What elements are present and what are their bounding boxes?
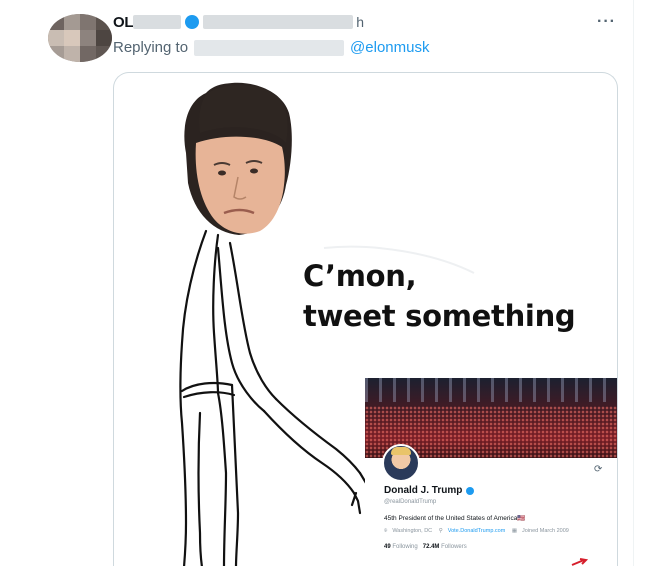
verified-icon <box>466 486 475 495</box>
tweet-media-image[interactable]: C’mon, tweet something ⟳ Donald J. Trump… <box>113 72 618 566</box>
tweet[interactable]: OL h ··· Replying to @elonmusk C’mon, tw… <box>0 0 669 566</box>
replying-prefix: Replying to <box>113 39 189 56</box>
blurred-reply-handle <box>194 39 345 56</box>
location-icon: ⌾ <box>384 528 388 534</box>
profile-card-screenshot: ⟳ Donald J. Trump @realDonaldTrump 45th … <box>365 378 617 566</box>
profile-website: Vote.DonaldTrump.com <box>447 528 506 534</box>
profile-location: Washington, DC <box>392 528 433 534</box>
mention-link[interactable]: @elonmusk <box>350 39 429 56</box>
link-icon: ⚲ <box>438 528 443 534</box>
author-display-name[interactable]: OL <box>113 14 134 31</box>
stage-lights <box>365 378 617 402</box>
caption-line-2: tweet something <box>303 299 576 333</box>
calendar-icon: ▦ <box>511 528 518 534</box>
followers-label: Followers <box>441 544 467 550</box>
profile-meta: ⌾ Washington, DC ⚲ Vote.DonaldTrump.com ▦ J… <box>384 528 574 535</box>
profile-handle: @realDonaldTrump <box>384 499 437 505</box>
blurred-handle <box>203 15 354 29</box>
following-label: Following <box>392 544 418 550</box>
profile-bio: 45th President of the United States of A… <box>384 515 526 522</box>
red-arrow-mark <box>571 558 589 566</box>
blurred-name <box>133 15 182 29</box>
avatar[interactable] <box>48 14 112 62</box>
caption-line-1: C’mon, <box>303 259 417 293</box>
replying-to: Replying to @elonmusk <box>113 39 429 56</box>
timeline-divider <box>633 0 634 566</box>
author-handle-tail: h <box>356 14 365 30</box>
following-count: 49 <box>384 544 391 550</box>
profile-joined: Joined March 2009 <box>522 528 569 534</box>
tweet-author-row: OL h <box>113 12 364 32</box>
profile-avatar-hair <box>391 447 411 455</box>
refresh-icon: ⟳ <box>594 464 603 475</box>
profile-name: Donald J. Trump <box>384 485 463 496</box>
verified-icon <box>185 15 200 29</box>
more-icon[interactable]: ··· <box>597 14 619 30</box>
meme-caption: C’mon, tweet something <box>303 256 576 336</box>
followers-count: 72.4M <box>422 544 440 550</box>
profile-name-row: Donald J. Trump <box>384 485 475 496</box>
head-photo <box>184 82 292 235</box>
profile-stats: 49 Following 72.4M Followers <box>384 544 467 550</box>
